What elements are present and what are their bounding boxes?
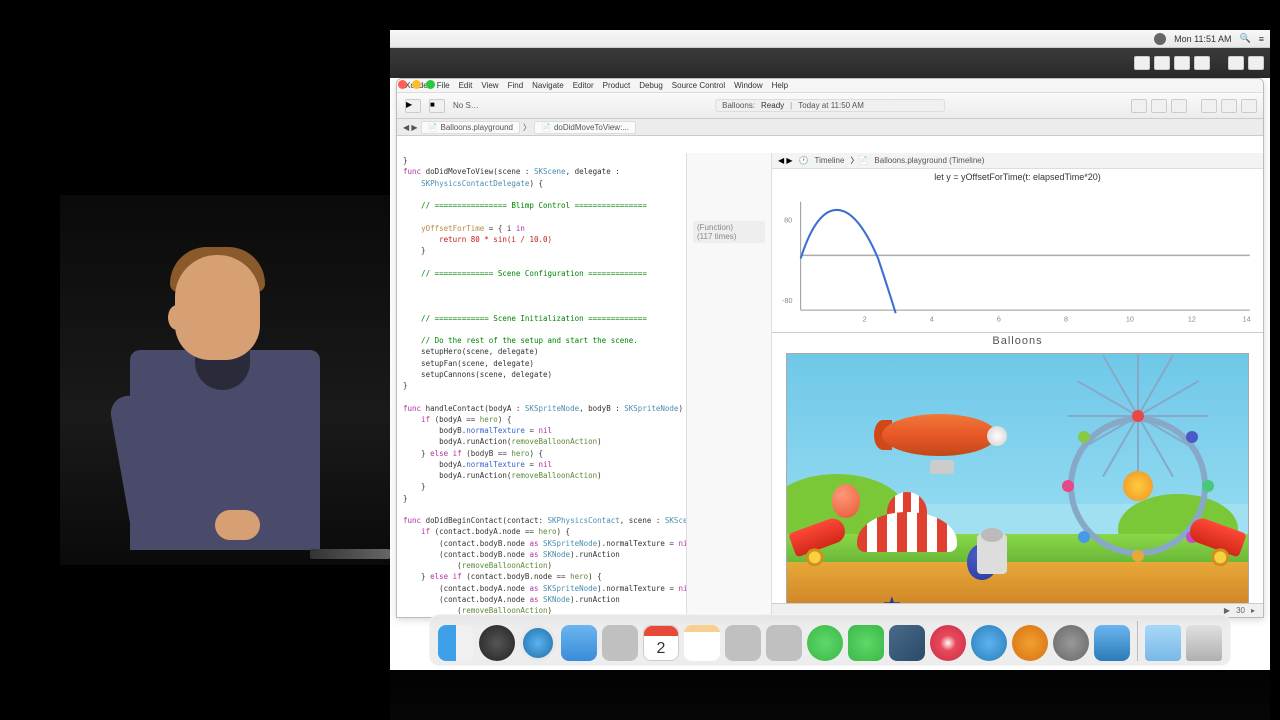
version-editor-button[interactable] <box>1171 99 1187 113</box>
svg-text:80: 80 <box>784 215 792 224</box>
dock-ibooks-icon[interactable] <box>1012 625 1048 661</box>
status-state: Ready <box>761 101 784 110</box>
menu-edit[interactable]: Edit <box>459 81 473 90</box>
mac-menubar: Mon 11:51 AM 🔍 ≡ <box>390 30 1270 48</box>
timeline-file: Balloons.playground (Timeline) <box>874 156 984 165</box>
menubar-notifications-icon[interactable]: ≡ <box>1259 34 1264 44</box>
mac-desktop: Mon 11:51 AM 🔍 ≡ Xcode File Edit View <box>390 30 1270 670</box>
value-history-chart[interactable]: 80 -80 2 4 6 8 10 12 14 <box>772 185 1263 333</box>
zoom-button[interactable] <box>426 80 435 89</box>
svg-text:-80: -80 <box>782 296 792 305</box>
live-view-title: Balloons <box>772 333 1263 349</box>
menubar-spotlight-icon[interactable] <box>1154 33 1166 45</box>
activity-status: Balloons: Ready | Today at 11:50 AM <box>715 99 945 112</box>
minimize-button[interactable] <box>412 80 421 89</box>
menu-view[interactable]: View <box>481 81 498 90</box>
laptop-edge <box>310 549 390 559</box>
balloon-orange <box>832 484 860 518</box>
mac-dock[interactable] <box>429 614 1231 666</box>
stage-background: • • • • • • • • • • • • <box>60 195 390 565</box>
dock-photobooth-icon[interactable] <box>889 625 925 661</box>
svg-text:10: 10 <box>1126 314 1134 323</box>
view-list-button[interactable] <box>1154 56 1170 70</box>
presenter <box>110 235 310 545</box>
menu-editor[interactable]: Editor <box>573 81 594 90</box>
menu-find[interactable]: Find <box>508 81 524 90</box>
dock-facetime-icon[interactable] <box>848 625 884 661</box>
svg-text:4: 4 <box>930 314 934 323</box>
assistant-jump-bar[interactable]: ◀ ▶ 🕐 Timeline 〉📄 Balloons.playground (T… <box>772 153 1263 169</box>
view-column-button[interactable] <box>1174 56 1190 70</box>
menu-window[interactable]: Window <box>734 81 762 90</box>
menu-help[interactable]: Help <box>772 81 788 90</box>
view-icon-button[interactable] <box>1134 56 1150 70</box>
dock-maps-icon[interactable] <box>766 625 802 661</box>
tags-button[interactable] <box>1248 56 1264 70</box>
dock-downloads-icon[interactable] <box>1145 625 1181 661</box>
status-project: Balloons: <box>722 101 755 110</box>
blimp <box>882 414 1012 464</box>
jump-bar[interactable]: ◀ ▶ 📄 Balloons.playground 〉 📄 doDidMoveT… <box>397 119 1263 136</box>
tab-playground[interactable]: 📄 Balloons.playground <box>421 121 520 134</box>
fan-sprite <box>977 534 1007 574</box>
timeline-label: Timeline <box>815 156 845 165</box>
standard-editor-button[interactable] <box>1131 99 1147 113</box>
svg-text:8: 8 <box>1064 314 1068 323</box>
svg-text:14: 14 <box>1243 314 1251 323</box>
toggle-utilities-button[interactable] <box>1241 99 1257 113</box>
share-button[interactable] <box>1228 56 1244 70</box>
scheme-selector[interactable]: No S… <box>453 101 479 110</box>
code-editor[interactable]: } func doDidMoveToView(scene : SKScene, … <box>397 153 687 617</box>
results-gutter: (Function) (117 times) <box>687 153 772 617</box>
dock-appstore-icon[interactable] <box>971 625 1007 661</box>
live-view-panel: Balloons <box>772 333 1263 617</box>
dock-finder-icon[interactable] <box>438 625 474 661</box>
dock-safari-icon[interactable] <box>520 625 556 661</box>
dock-xcode-icon[interactable] <box>1094 625 1130 661</box>
toggle-debug-button[interactable] <box>1221 99 1237 113</box>
xcode-app-menu[interactable]: Xcode File Edit View Find Navigate Edito… <box>397 79 1263 93</box>
dock-reminders-icon[interactable] <box>725 625 761 661</box>
dock-messages-icon[interactable] <box>807 625 843 661</box>
menu-source-control[interactable]: Source Control <box>672 81 725 90</box>
dock-trash-icon[interactable] <box>1186 625 1222 661</box>
xcode-window: Xcode File Edit View Find Navigate Edito… <box>396 78 1264 618</box>
run-button[interactable]: ▶ <box>405 99 421 113</box>
fps-value: 30 <box>1236 606 1245 615</box>
svg-text:12: 12 <box>1188 314 1196 323</box>
circus-tent <box>857 492 957 552</box>
status-time: Today at 11:50 AM <box>798 101 864 110</box>
dock-notes-icon[interactable] <box>684 625 720 661</box>
stop-button[interactable]: ■ <box>429 99 445 113</box>
menu-debug[interactable]: Debug <box>639 81 663 90</box>
window-traffic-lights[interactable] <box>398 80 435 89</box>
menu-file[interactable]: File <box>437 81 450 90</box>
close-button[interactable] <box>398 80 407 89</box>
dock-preferences-icon[interactable] <box>1053 625 1089 661</box>
dock-calendar-icon[interactable] <box>643 625 679 661</box>
menu-product[interactable]: Product <box>603 81 631 90</box>
menubar-clock: Mon 11:51 AM <box>1174 34 1231 44</box>
skview-balloons-scene[interactable]: ★ <box>786 353 1249 605</box>
finder-toolbar <box>390 48 1270 78</box>
svg-text:2: 2 <box>863 314 867 323</box>
view-cover-button[interactable] <box>1194 56 1210 70</box>
assistant-editor-button[interactable] <box>1151 99 1167 113</box>
dock-separator <box>1137 621 1138 661</box>
gutter-count-label: (117 times) <box>697 232 761 241</box>
assistant-pane: ◀ ▶ 🕐 Timeline 〉📄 Balloons.playground (T… <box>772 153 1263 617</box>
xcode-toolbar: ▶ ■ No S… Balloons: Ready | Today at 11:… <box>397 93 1263 119</box>
dock-launchpad-icon[interactable] <box>479 625 515 661</box>
menu-navigate[interactable]: Navigate <box>532 81 564 90</box>
dock-mail-icon[interactable] <box>561 625 597 661</box>
gutter-function-label: (Function) <box>697 223 761 232</box>
menubar-search-icon[interactable]: 🔍 <box>1240 33 1251 44</box>
toggle-navigator-button[interactable] <box>1201 99 1217 113</box>
dock-contacts-icon[interactable] <box>602 625 638 661</box>
chart-expression: let y = yOffsetForTime(t: elapsedTime*20… <box>772 169 1263 185</box>
tab-function[interactable]: 📄 doDidMoveToView:... <box>534 121 636 134</box>
svg-text:6: 6 <box>997 314 1001 323</box>
dock-itunes-icon[interactable] <box>930 625 966 661</box>
